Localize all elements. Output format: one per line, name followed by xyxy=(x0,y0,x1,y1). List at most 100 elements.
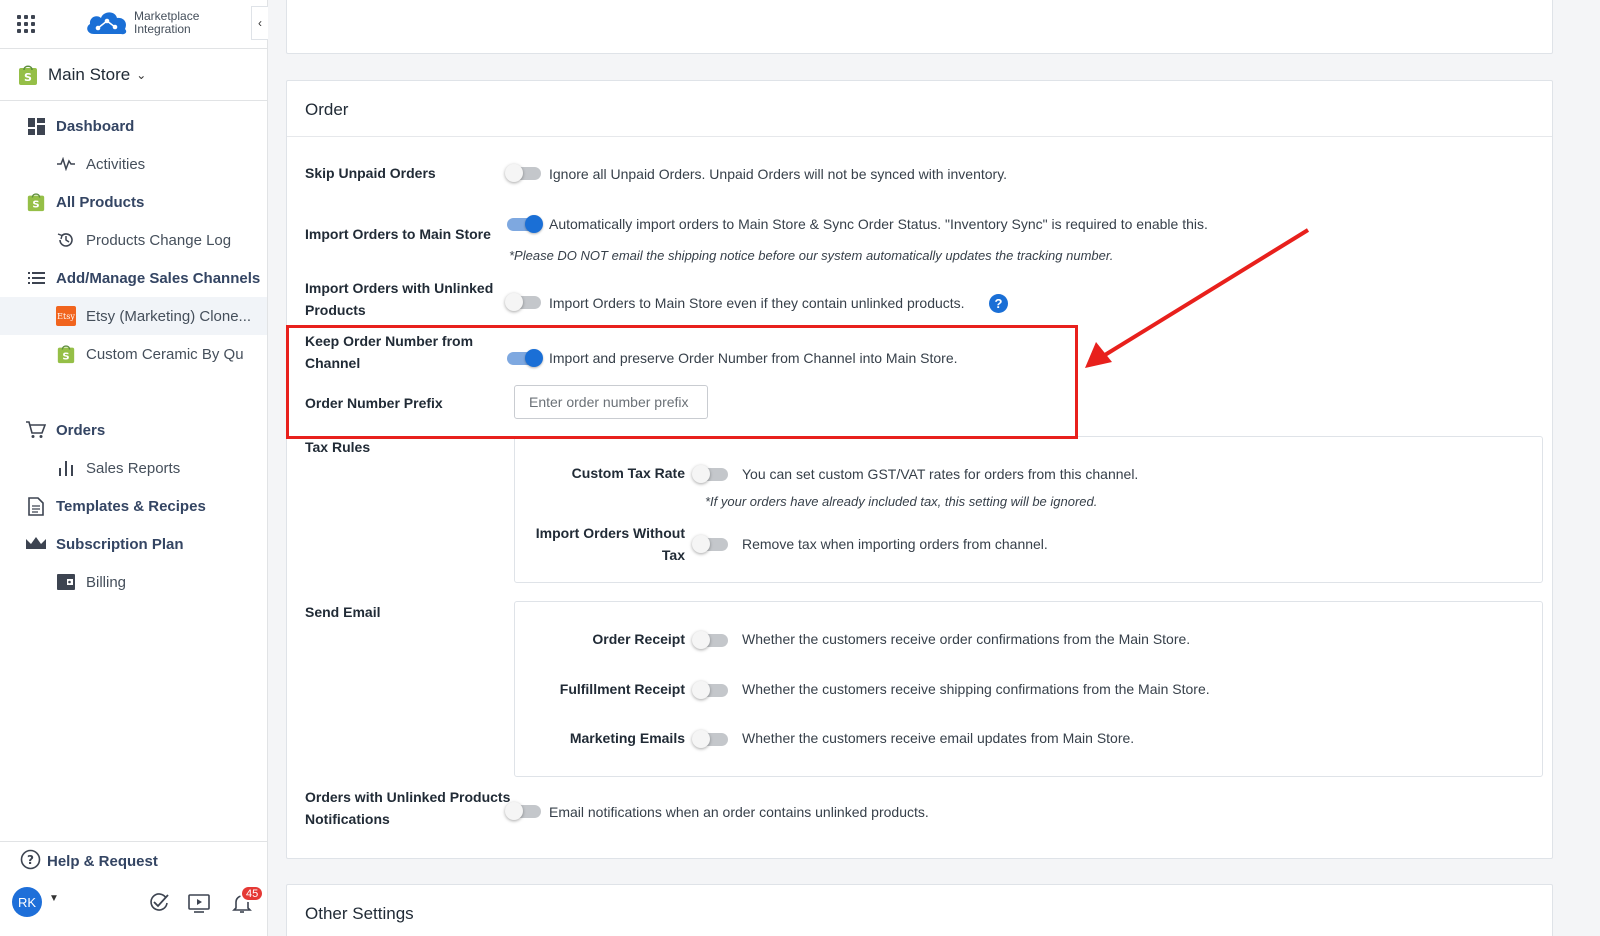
skip-unpaid-toggle[interactable] xyxy=(505,164,543,182)
send-email-label: Send Email xyxy=(305,604,381,620)
import-unlinked-label: Import Orders with Unlinked Products xyxy=(305,280,494,318)
section-title: Other Settings xyxy=(305,904,414,923)
unlinked-notifications-label: Orders with Unlinked Products Notificati… xyxy=(305,789,511,827)
wallet-icon xyxy=(56,572,76,592)
dashboard-icon xyxy=(26,116,46,136)
import-unlinked-toggle[interactable] xyxy=(505,293,543,311)
order-receipt-toggle[interactable] xyxy=(692,631,730,649)
sidebar-item-products-change-log[interactable]: Products Change Log xyxy=(0,221,267,259)
marketing-emails-desc: Whether the customers receive email upda… xyxy=(742,730,1135,746)
cloud-logo-icon xyxy=(87,12,127,35)
main-content: Order Skip Unpaid Orders Ignore all Unpa… xyxy=(268,0,1600,936)
cart-icon xyxy=(26,420,46,440)
pulse-icon xyxy=(56,154,76,174)
help-request-link[interactable]: ? Help & Request xyxy=(20,849,158,874)
sidebar-item-label: Dashboard xyxy=(56,117,135,135)
order-receipt-label: Order Receipt xyxy=(592,631,685,647)
fulfillment-receipt-label: Fulfillment Receipt xyxy=(559,681,685,697)
svg-text:S: S xyxy=(24,71,32,84)
skip-unpaid-desc: Ignore all Unpaid Orders. Unpaid Orders … xyxy=(549,166,1008,182)
unlinked-notifications-desc: Email notifications when an order contai… xyxy=(549,804,929,820)
caret-down-icon[interactable]: ▼ xyxy=(49,893,59,904)
video-screen-icon[interactable] xyxy=(188,892,210,914)
import-orders-toggle[interactable] xyxy=(505,215,543,233)
skip-unpaid-label: Skip Unpaid Orders xyxy=(305,165,436,181)
red-arrow-annotation xyxy=(1085,228,1310,368)
sidebar-item-label: Sales Reports xyxy=(86,459,181,477)
import-without-tax-label: Import Orders Without Tax xyxy=(535,525,685,563)
custom-tax-rate-toggle[interactable] xyxy=(692,465,730,483)
shopify-bag-icon: S xyxy=(26,192,46,212)
section-title: Order xyxy=(305,100,349,119)
highlight-box xyxy=(286,325,1078,439)
sidebar-header: Marketplace Integration ‹ xyxy=(0,0,268,49)
sidebar-item-custom-ceramic[interactable]: S Custom Ceramic By Qu xyxy=(0,335,267,373)
sidebar-item-label: Etsy (Marketing) Clone... xyxy=(86,307,252,325)
sidebar-item-label: Templates & Recipes xyxy=(56,497,206,515)
sidebar-item-all-products[interactable]: S All Products xyxy=(0,183,267,221)
chevron-left-icon: ‹ xyxy=(258,16,262,30)
custom-tax-rate-note: *If your orders have already included ta… xyxy=(705,494,1098,509)
unlinked-notifications-toggle[interactable] xyxy=(505,802,543,820)
custom-tax-rate-desc: You can set custom GST/VAT rates for ord… xyxy=(742,466,1139,482)
list-icon xyxy=(26,268,46,288)
fulfillment-receipt-toggle[interactable] xyxy=(692,681,730,699)
marketing-emails-toggle[interactable] xyxy=(692,730,730,748)
crown-icon xyxy=(26,534,46,554)
fulfillment-receipt-desc: Whether the customers receive shipping c… xyxy=(742,681,1210,697)
other-settings-card: Other Settings xyxy=(286,884,1553,936)
collapse-sidebar-button[interactable]: ‹ xyxy=(251,6,268,40)
document-icon xyxy=(26,496,46,516)
import-orders-label: Import Orders to Main Store xyxy=(305,226,491,242)
shopify-bag-icon: S xyxy=(56,344,76,364)
import-orders-note: *Please DO NOT email the shipping notice… xyxy=(509,248,1114,263)
chevron-down-icon: ⌄ xyxy=(136,67,147,82)
notification-badge: 45 xyxy=(240,885,265,902)
sidebar-item-label: Subscription Plan xyxy=(56,535,184,553)
sidebar-item-sales-channels[interactable]: Add/Manage Sales Channels xyxy=(0,259,267,297)
tax-rules-box: Custom Tax Rate You can set custom GST/V… xyxy=(514,436,1543,583)
send-email-box: Order Receipt Whether the customers rece… xyxy=(514,601,1543,777)
sidebar-nav: Dashboard Activities S All Products Prod… xyxy=(0,101,267,601)
shopify-bag-icon: S xyxy=(19,64,37,85)
sidebar: Marketplace Integration ‹ S Main Store ⌄… xyxy=(0,0,268,936)
check-circle-icon[interactable] xyxy=(148,892,170,914)
sidebar-item-sales-reports[interactable]: Sales Reports xyxy=(0,449,267,487)
logo-text: Marketplace Integration xyxy=(134,9,200,36)
sidebar-item-activities[interactable]: Activities xyxy=(0,145,267,183)
app-grid-icon[interactable] xyxy=(17,15,35,33)
sidebar-item-templates[interactable]: Templates & Recipes xyxy=(0,487,267,525)
sidebar-item-etsy-channel[interactable]: Etsy Etsy (Marketing) Clone... xyxy=(0,297,267,335)
sidebar-item-label: Billing xyxy=(86,573,127,591)
sidebar-item-billing[interactable]: Billing xyxy=(0,563,267,601)
sidebar-item-dashboard[interactable]: Dashboard xyxy=(0,107,267,145)
svg-text:S: S xyxy=(32,199,39,210)
avatar[interactable]: RK xyxy=(12,887,42,917)
help-label: Help & Request xyxy=(47,853,158,870)
history-icon xyxy=(56,230,76,250)
divider xyxy=(287,136,1552,137)
svg-text:S: S xyxy=(62,351,69,362)
store-selector[interactable]: S Main Store ⌄ xyxy=(0,49,267,101)
store-name: Main Store xyxy=(48,64,131,84)
sidebar-footer: ? Help & Request RK ▼ 45 xyxy=(0,841,268,936)
sidebar-item-label: Activities xyxy=(86,155,146,173)
sidebar-item-label: Products Change Log xyxy=(86,231,232,249)
import-unlinked-desc: Import Orders to Main Store even if they… xyxy=(549,295,965,311)
order-settings-card: Order Skip Unpaid Orders Ignore all Unpa… xyxy=(286,80,1553,859)
bar-chart-icon xyxy=(56,458,76,478)
sidebar-item-subscription[interactable]: Subscription Plan xyxy=(0,525,267,563)
tax-rules-label: Tax Rules xyxy=(305,439,371,455)
sidebar-item-label: All Products xyxy=(56,193,145,211)
sidebar-item-label: Orders xyxy=(56,421,106,439)
marketing-emails-label: Marketing Emails xyxy=(569,730,685,746)
import-without-tax-desc: Remove tax when importing orders from ch… xyxy=(742,536,1048,552)
import-without-tax-toggle[interactable] xyxy=(692,535,730,553)
help-circle-icon: ? xyxy=(20,849,41,874)
app-logo[interactable]: Marketplace Integration xyxy=(84,8,199,38)
sidebar-item-orders[interactable]: Orders xyxy=(0,411,267,449)
sidebar-item-label: Custom Ceramic By Qu xyxy=(86,345,244,363)
previous-settings-card xyxy=(286,0,1553,54)
order-receipt-desc: Whether the customers receive order conf… xyxy=(742,631,1191,647)
help-question-icon[interactable]: ? xyxy=(989,294,1008,313)
